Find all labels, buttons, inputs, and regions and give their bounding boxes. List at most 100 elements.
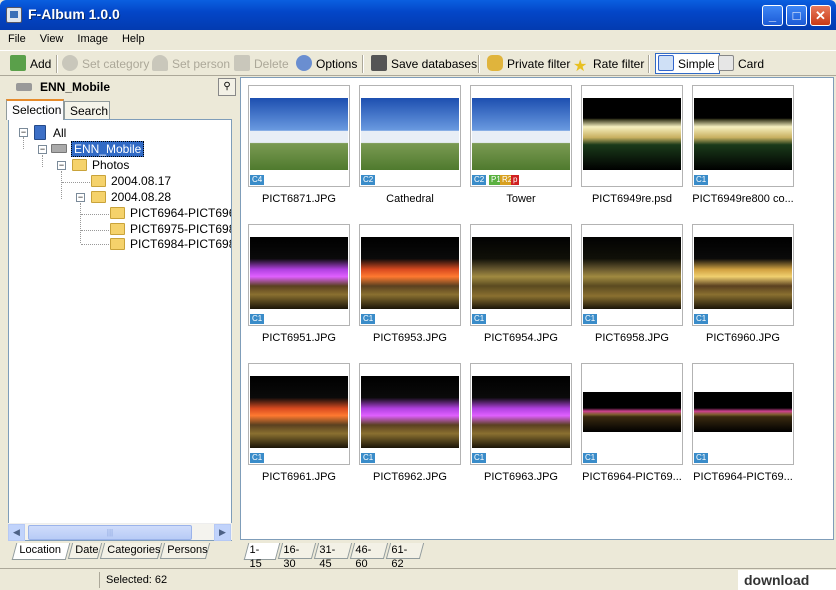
thumbnail-frame[interactable]: C1 — [248, 224, 350, 326]
rate-filter-button[interactable]: ★ Rate filter — [573, 54, 645, 75]
window-title: F-Album 1.0.0 — [28, 6, 120, 22]
thumbnail-image — [361, 376, 459, 448]
page-tab-3[interactable]: 31-45 — [313, 543, 353, 570]
close-button[interactable]: ✕ — [810, 5, 831, 26]
toolbar: Add Set category Set person Delete Optio… — [0, 50, 836, 76]
set-category-button[interactable]: Set category — [62, 54, 149, 74]
options-button[interactable]: Options — [296, 54, 357, 74]
menu-file[interactable]: File — [0, 30, 32, 45]
thumbnail-image — [361, 98, 459, 170]
minimize-button[interactable]: _ — [762, 5, 783, 26]
private-filter-button[interactable]: Private filter — [487, 54, 570, 74]
title-bar: F-Album 1.0.0 _ □ ✕ — [0, 0, 836, 30]
scroll-left-icon[interactable]: ◀ — [8, 524, 25, 541]
thumbnail-frame[interactable]: C1 — [248, 363, 350, 465]
left-panel-header: ENN_Mobile ⚲ — [6, 78, 236, 98]
toolbar-separator — [56, 55, 58, 73]
thumbnail-caption: PICT6958.JPG — [595, 332, 669, 344]
thumbnail-frame[interactable]: C2 — [359, 85, 461, 187]
category-badge: C1 — [694, 175, 709, 185]
category-badge: C1 — [361, 314, 376, 324]
thumbnail-frame[interactable]: C1 — [359, 363, 461, 465]
tree-node-device[interactable]: ENN_Mobile — [71, 141, 145, 157]
thumbnail-image — [472, 237, 570, 309]
collapse-all-toggle[interactable]: − — [19, 128, 28, 137]
menu-image[interactable]: Image — [69, 30, 114, 45]
status-bar: Selected: 62 — [0, 568, 836, 590]
page-tab-1[interactable]: 1-15 — [243, 543, 281, 570]
thumbnail-frame[interactable]: C1 — [692, 363, 794, 465]
tree-node-all[interactable]: All — [53, 126, 66, 140]
tab-search[interactable]: Search — [64, 101, 110, 119]
set-person-button[interactable]: Set person — [152, 54, 230, 74]
collapse-date-2-toggle[interactable]: − — [76, 193, 85, 202]
category-badge: C1 — [250, 314, 265, 324]
delete-button[interactable]: Delete — [234, 54, 289, 74]
collapse-device-toggle[interactable]: − — [38, 145, 47, 154]
thumbnail-frame[interactable]: C2 P1 R2 p — [470, 85, 572, 187]
card-view-icon — [718, 55, 734, 71]
tab-selection[interactable]: Selection — [6, 99, 64, 120]
tree-line — [81, 214, 109, 215]
scroll-thumb[interactable]: ||| — [28, 525, 192, 540]
rate-filter-label: Rate filter — [593, 57, 645, 71]
tree-node-sub-2[interactable]: PICT6975-PICT6980 — [130, 222, 231, 236]
set-person-label: Set person — [172, 57, 231, 71]
toolbar-separator — [648, 55, 650, 73]
tab-persons[interactable]: Persons — [159, 543, 211, 559]
save-databases-button[interactable]: Save databases — [371, 54, 477, 74]
private-filter-label: Private filter — [507, 57, 571, 71]
simple-label: Simple — [678, 57, 715, 71]
tree-line — [61, 171, 62, 199]
tree-line — [42, 155, 43, 167]
tab-location[interactable]: Location — [11, 543, 71, 560]
add-icon — [10, 55, 26, 71]
thumbnail-grid: C4 PICT6871.JPG C2 Cathedral C2 P1 R2 p Tower PIC… — [240, 77, 834, 540]
tab-date[interactable]: Date — [67, 543, 103, 559]
thumbnail-frame[interactable]: C1 — [359, 224, 461, 326]
collapse-photos-toggle[interactable]: − — [57, 161, 66, 170]
add-button[interactable]: Add — [10, 54, 51, 74]
thumbnail-caption: PICT6963.JPG — [484, 471, 558, 483]
tree-node-sub-1[interactable]: PICT6964-PICT6967 — [130, 206, 231, 220]
pin-icon[interactable]: ⚲ — [218, 78, 236, 96]
star-icon: ★ — [573, 58, 588, 75]
card-view-button[interactable]: Card — [718, 54, 764, 74]
tree-horizontal-scrollbar[interactable]: ◀ ||| ▶ — [8, 523, 232, 541]
thumbnail-frame[interactable]: C1 — [470, 363, 572, 465]
tree-line — [80, 203, 81, 243]
tree-node-date-1[interactable]: 2004.08.17 — [111, 174, 171, 188]
thumbnail-frame[interactable]: C1 — [581, 363, 683, 465]
menu-help[interactable]: Help — [114, 30, 151, 45]
thumbnail-caption: PICT6961.JPG — [262, 471, 336, 483]
thumbnail-caption: PICT6951.JPG — [262, 332, 336, 344]
tree-node-date-2[interactable]: 2004.08.28 — [111, 190, 171, 204]
tree-node-photos[interactable]: Photos — [92, 158, 129, 172]
category-badge: C1 — [250, 453, 265, 463]
maximize-button[interactable]: □ — [786, 5, 807, 26]
menu-view[interactable]: View — [32, 30, 70, 45]
page-tab-2[interactable]: 16-30 — [277, 543, 317, 570]
thumbnail-image — [694, 237, 792, 309]
thumbnail-caption: PICT6953.JPG — [373, 332, 447, 344]
extra-badge: p — [511, 175, 520, 185]
thumbnail-frame[interactable]: C1 — [692, 224, 794, 326]
thumbnail-caption: Cathedral — [386, 193, 434, 205]
thumbnail-frame[interactable]: C1 — [692, 85, 794, 187]
thumbnail-caption: PICT6949re.psd — [591, 193, 673, 205]
category-badge: C4 — [250, 175, 265, 185]
tree-node-sub-3[interactable]: PICT6984-PICT6986 — [130, 237, 231, 251]
tree-line — [62, 182, 90, 183]
thumbnail-frame[interactable]: C4 — [248, 85, 350, 187]
thumbnail-frame[interactable]: C1 — [581, 224, 683, 326]
page-tab-4[interactable]: 46-60 — [349, 543, 389, 570]
scroll-right-icon[interactable]: ▶ — [214, 524, 231, 541]
simple-view-button[interactable]: Simple — [655, 53, 720, 74]
page-tab-5[interactable]: 61-62 — [385, 543, 425, 570]
thumbnail-frame[interactable] — [581, 85, 683, 187]
thumbnail-frame[interactable]: C1 — [470, 224, 572, 326]
save-icon — [371, 55, 387, 71]
tab-categories[interactable]: Categories — [99, 543, 163, 559]
options-icon — [296, 55, 312, 71]
category-badge: C1 — [472, 314, 487, 324]
